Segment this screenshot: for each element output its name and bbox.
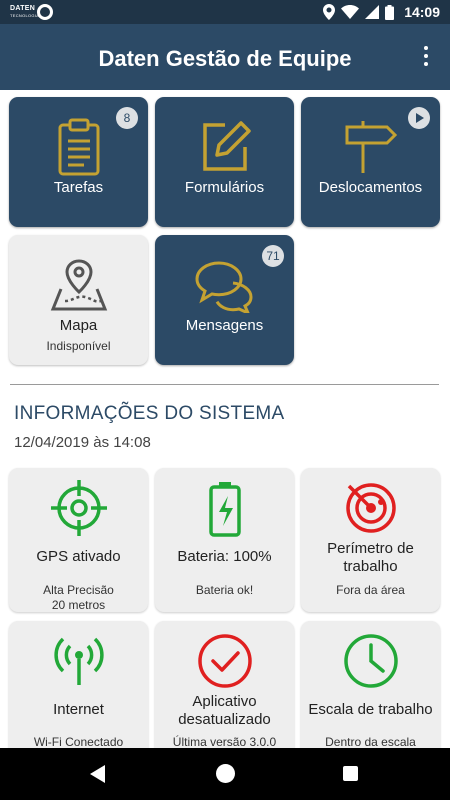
navigation-bar [0, 748, 450, 800]
map-pin-icon [50, 259, 107, 311]
app-bar: Daten Gestão de Equipe [0, 24, 450, 90]
home-icon[interactable] [216, 764, 235, 783]
card-label: GPS ativado [36, 548, 121, 565]
card-gps[interactable]: GPS ativado Alta Precisão 20 metros [9, 468, 148, 612]
location-icon [323, 4, 336, 20]
card-bateria[interactable]: Bateria: 100% Bateria ok! [155, 468, 294, 612]
section-divider [10, 384, 439, 385]
back-icon[interactable] [90, 765, 105, 783]
card-escala[interactable]: Escala de trabalho Dentro da escala [301, 621, 440, 761]
chat-icon [194, 261, 253, 313]
signal-icon [365, 5, 380, 19]
tile-deslocamentos[interactable]: Deslocamentos [301, 97, 440, 227]
check-circle-icon [197, 634, 252, 688]
card-detail: Fora da área [336, 583, 405, 597]
clipboard-icon [58, 118, 99, 176]
card-detail: Bateria ok! [195, 583, 254, 597]
tile-label: Tarefas [53, 179, 104, 196]
battery-charging-icon [208, 482, 241, 537]
clock-time: 14:09 [404, 4, 440, 20]
tile-label: Mapa [59, 317, 98, 334]
section-title: INFORMAÇÕES DO SISTEMA [14, 403, 285, 424]
card-label: Internet [53, 701, 104, 718]
antenna-icon [53, 637, 104, 685]
card-label: Escala de trabalho [308, 701, 433, 718]
tarefas-badge: 8 [116, 107, 138, 129]
radar-icon [345, 483, 396, 533]
more-vert-icon[interactable] [414, 44, 438, 68]
card-aplicativo[interactable]: Aplicativo desatualizado Última versão 3… [155, 621, 294, 761]
card-detail: 20 metros [51, 598, 106, 612]
tile-mensagens[interactable]: 71 Mensagens [155, 235, 294, 365]
card-label: Bateria: 100% [177, 548, 272, 565]
card-label: desatualizado [178, 711, 271, 728]
recents-icon[interactable] [343, 766, 358, 781]
tile-label: Deslocamentos [318, 179, 423, 196]
card-internet[interactable]: Internet Wi-Fi Conectado [9, 621, 148, 761]
play-icon[interactable] [408, 107, 430, 129]
signpost-icon [345, 121, 397, 173]
tile-label: Mensagens [185, 317, 264, 334]
mensagens-badge: 71 [262, 245, 284, 267]
tile-tarefas[interactable]: 8 Tarefas [9, 97, 148, 227]
card-label: Aplicativo [192, 693, 257, 710]
edit-icon [202, 121, 251, 171]
wifi-icon [341, 5, 360, 19]
battery-icon [385, 4, 395, 20]
card-detail: Alta Precisão [43, 583, 114, 597]
status-bar: DATEN TECNOLOGIA 14:09 [0, 0, 450, 24]
notification-icon [37, 4, 53, 20]
daten-logo: DATEN TECNOLOGIA [10, 5, 40, 18]
clock-icon [343, 634, 398, 688]
tile-formularios[interactable]: Formulários [155, 97, 294, 227]
system-info-date: 12/04/2019 às 14:08 [14, 434, 151, 451]
card-label: trabalho [343, 558, 398, 575]
tile-sublabel: Indisponível [46, 339, 111, 353]
app-title: Daten Gestão de Equipe [98, 46, 352, 71]
card-label: Perímetro de [327, 540, 414, 557]
tile-label: Formulários [184, 179, 265, 196]
crosshair-icon [50, 480, 107, 536]
tile-mapa[interactable]: Mapa Indisponível [9, 235, 148, 365]
card-perimetro[interactable]: Perímetro de trabalho Fora da área [301, 468, 440, 612]
